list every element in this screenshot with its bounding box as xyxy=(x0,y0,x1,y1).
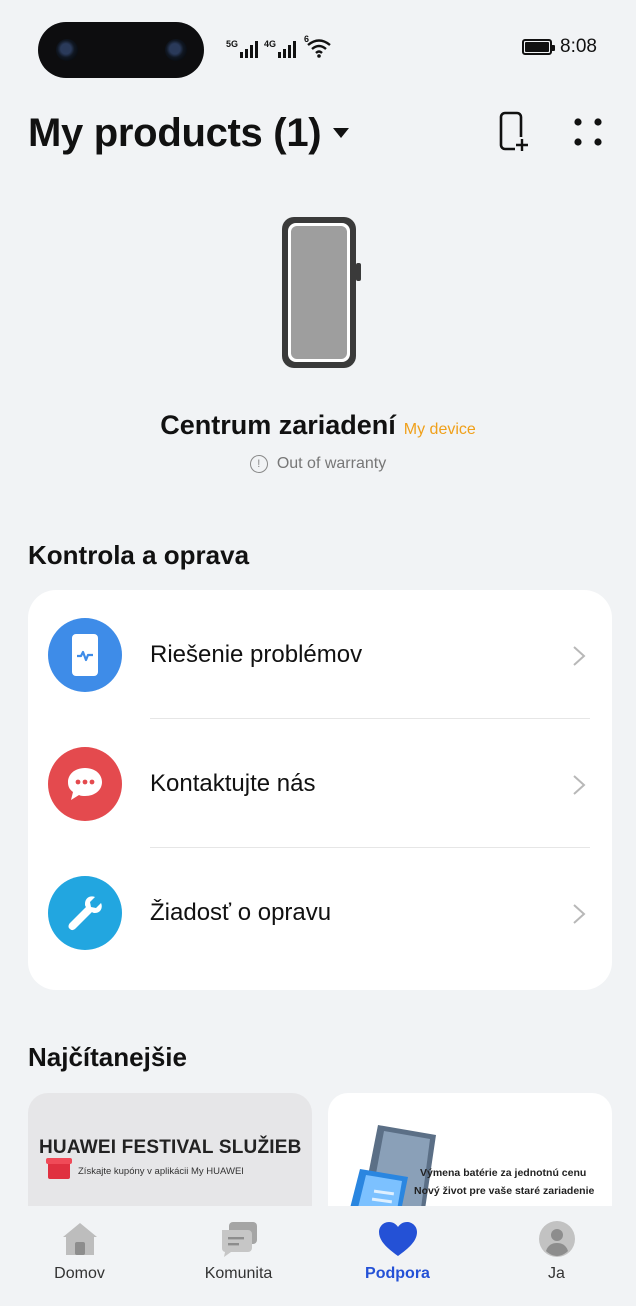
banner-line-1: Výmena batérie za jednotnú cenu xyxy=(420,1167,587,1179)
battery-icon xyxy=(522,39,555,55)
nav-label: Ja xyxy=(548,1265,565,1282)
add-device-button[interactable] xyxy=(494,110,534,154)
status-bar: 5G 4G 6 8:08 xyxy=(0,0,636,90)
community-icon xyxy=(221,1222,257,1257)
nav-item-community[interactable]: Komunita xyxy=(159,1206,318,1306)
signal-5g-icon: 5G xyxy=(226,39,258,58)
status-time: 8:08 xyxy=(560,36,597,57)
profile-icon xyxy=(538,1221,575,1257)
heart-icon xyxy=(378,1222,417,1256)
info-icon: ! xyxy=(249,455,268,473)
more-options-button[interactable] xyxy=(568,110,608,154)
banner-battery-replacement[interactable]: Výmena batérie za jednotnú cenu Nový živ… xyxy=(328,1093,612,1213)
nav-label: Komunita xyxy=(204,1265,273,1282)
nav-item-home[interactable]: Domov xyxy=(0,1206,159,1306)
dropdown-caret-icon[interactable] xyxy=(333,128,350,138)
list-item-contact[interactable]: Kontaktujte nás xyxy=(28,719,612,848)
phone-diagnostic-icon xyxy=(48,617,122,692)
phone-device-icon xyxy=(282,217,361,368)
my-device-badge: My device xyxy=(403,421,476,438)
repair-card: Riešenie problémov Kontaktujte nás Žiado… xyxy=(28,590,612,990)
nav-item-support[interactable]: Podpora xyxy=(318,1206,477,1306)
list-item-label: Žiadosť o opravu xyxy=(150,898,332,926)
signal-indicators: 5G 4G 6 xyxy=(226,34,332,58)
section-title-repair: Kontrola a oprava xyxy=(28,540,250,570)
add-device-icon xyxy=(499,111,529,151)
page-title[interactable]: My products (1) xyxy=(28,111,322,156)
gift-box-icon xyxy=(46,1158,72,1179)
banner-subtitle: Získajte kupóny v aplikácii My HUAWEI xyxy=(78,1166,244,1177)
screen: 5G 4G 6 8:08 My products (1) Centrum zar… xyxy=(0,0,636,1306)
chevron-right-icon xyxy=(573,645,586,666)
chevron-right-icon xyxy=(573,774,586,795)
list-item-repair-request[interactable]: Žiadosť o opravu xyxy=(28,848,612,977)
wifi-icon: 6 xyxy=(302,34,332,58)
camera-lens-icon xyxy=(165,39,187,61)
banner-line-2: Nový život pre vaše staré zariadenie xyxy=(414,1185,595,1197)
nav-label: Domov xyxy=(54,1265,105,1282)
section-title-most-read: Najčítanejšie xyxy=(28,1042,187,1072)
device-name[interactable]: Centrum zariadení xyxy=(160,410,396,441)
more-dots-icon xyxy=(574,118,602,146)
banner-service-festival[interactable]: HUAWEI FESTIVAL SLUŽIEB Získajte kupóny … xyxy=(28,1093,312,1213)
device-name-row: Centrum zariadení My device xyxy=(0,410,636,441)
header-actions xyxy=(494,110,608,154)
bottom-navigation: Domov Komunita Podpora Ja xyxy=(0,1206,636,1306)
device-image[interactable] xyxy=(280,215,362,370)
nav-item-me[interactable]: Ja xyxy=(477,1206,636,1306)
list-item-troubleshooting[interactable]: Riešenie problémov xyxy=(28,590,612,719)
signal-4g-icon: 4G xyxy=(264,39,296,58)
chevron-right-icon xyxy=(573,903,586,924)
chat-bubble-icon xyxy=(48,746,122,821)
warranty-text: Out of warranty xyxy=(276,455,387,472)
list-item-label: Riešenie problémov xyxy=(150,640,363,668)
banner-title: HUAWEI FESTIVAL SLUŽIEB xyxy=(39,1137,302,1158)
camera-cutout xyxy=(38,22,204,78)
warranty-status: ! Out of warranty xyxy=(0,455,636,473)
battery-indicator: 8:08 xyxy=(522,36,597,58)
camera-lens-icon xyxy=(56,39,78,61)
page-header: My products (1) xyxy=(28,108,608,158)
home-icon xyxy=(62,1223,97,1255)
wrench-icon xyxy=(48,875,122,950)
list-item-label: Kontaktujte nás xyxy=(150,769,316,797)
nav-label: Podpora xyxy=(365,1265,430,1282)
